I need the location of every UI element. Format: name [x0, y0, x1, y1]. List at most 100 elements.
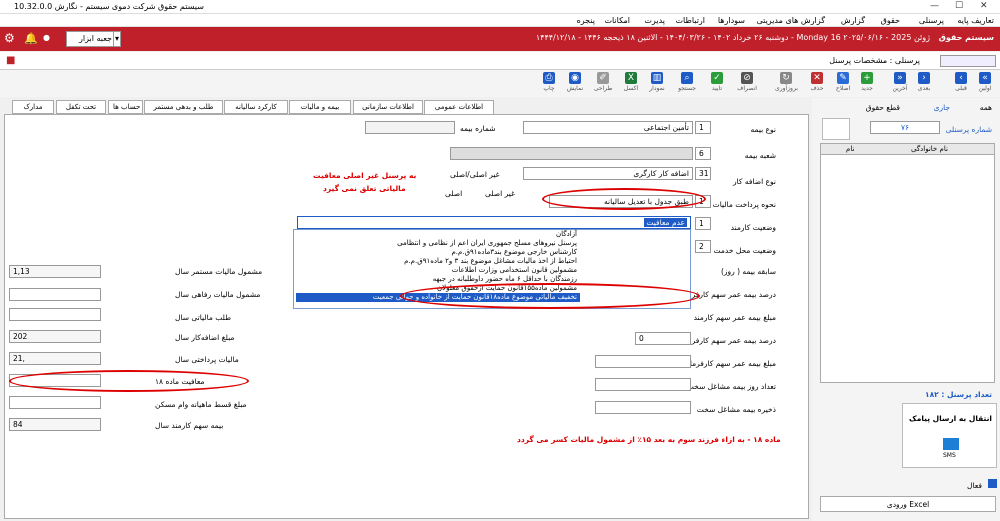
label-left-6: مبلغ قسط ماهیانه وام مسکن: [155, 400, 247, 409]
header-bar: سیستم حقوق دوشنبه ۲۶ خرداد ۱۴۰۲ - ۱۴۰۴/۰…: [0, 27, 1000, 51]
hard-job-reserve-field[interactable]: [595, 401, 691, 414]
title-bar: سیستم حقوق شرکت دموی سیستم - نگارش 10.32…: [0, 0, 1000, 14]
overtime-code[interactable]: 31: [695, 167, 711, 180]
new-button[interactable]: + جدید: [856, 72, 878, 98]
refresh-button[interactable]: ↻ بروزآوری: [775, 72, 798, 98]
place-code[interactable]: 2: [695, 240, 711, 253]
print-button[interactable]: ⎙ چاپ: [538, 72, 560, 98]
previous-button[interactable]: ‹ قبلی: [950, 72, 972, 98]
label-life-employer-pct2: درصد بیمه عمر سهم کارفرما: [685, 336, 776, 345]
left-field-7[interactable]: 84: [9, 418, 101, 431]
note-nonprincipal-1: به پرسنل غیر اصلی معافیت: [313, 171, 417, 180]
bell-icon[interactable]: 🔔: [24, 32, 38, 45]
document-bar: ■ پرسنلی : مشخصات پرسنل: [0, 52, 1000, 70]
tab-annual-work[interactable]: کارکرد سالیانه: [224, 100, 288, 114]
dropdown-option[interactable]: کارشناس خارجی موضوع بند۳ماده۹۱ق.م.م: [296, 248, 580, 257]
insurance-type-code[interactable]: 1: [695, 121, 711, 134]
left-field-6[interactable]: [9, 396, 101, 409]
tab-debt-credit[interactable]: طلب و بدهی مستمر: [144, 100, 223, 114]
insurance-type-select[interactable]: تأمین اجتماعی: [523, 121, 693, 134]
menu-item-6[interactable]: ارتباطات: [676, 16, 706, 25]
radio-principal[interactable]: اصلی: [445, 189, 462, 198]
tab-documents[interactable]: مدارک: [12, 100, 54, 114]
tab-accounts[interactable]: حساب ها: [108, 100, 143, 114]
menu-item-5[interactable]: سودارها: [718, 16, 745, 25]
chart-button[interactable]: ▥ نمودار: [646, 72, 668, 98]
cancel-button[interactable]: ⊘ انصراف: [736, 72, 758, 98]
label-employee-status: وضعیت کارمند: [730, 223, 776, 232]
filter-all[interactable]: همه: [980, 103, 992, 112]
pno-label: شماره پرسنلی: [945, 125, 992, 134]
menu-item-3[interactable]: گزارش: [841, 16, 865, 25]
overtime-select[interactable]: اضافه کار کارگری: [523, 167, 693, 180]
menu-item-0[interactable]: تعاریف پایه: [957, 16, 994, 25]
card-icon[interactable]: [822, 118, 850, 140]
branch-field[interactable]: [450, 147, 693, 160]
option-highlight: [400, 283, 700, 309]
gear-icon[interactable]: ⚙: [4, 31, 15, 45]
sms-button[interactable]: انتقال به ارسال پیامک SMS: [902, 403, 997, 468]
excel-import-button[interactable]: ورودی Excel: [820, 496, 996, 512]
life-employer-amt-field[interactable]: [595, 355, 691, 368]
tab-general[interactable]: اطلاعات عمومی: [424, 100, 494, 114]
dropdown-option[interactable]: آزادگان: [296, 230, 580, 239]
menu-item-4[interactable]: گزارش های مدیریتی: [756, 16, 825, 25]
insurance-no-field[interactable]: [365, 121, 455, 134]
status-select[interactable]: عدم معافیت: [297, 216, 691, 229]
view-button[interactable]: ◉ نمایش: [564, 72, 586, 98]
menu-item-9[interactable]: پنجره: [577, 16, 595, 25]
article-18-highlight: [9, 370, 249, 392]
doc-icon: ■: [6, 55, 16, 66]
dropdown-option[interactable]: احتیاط از اخذ مالیات مشاغل موضوع بند ۳ و…: [296, 257, 580, 266]
menu-item-2[interactable]: حقوق: [881, 16, 900, 25]
menu-item-1[interactable]: پرسنلی: [919, 16, 944, 25]
filter-active[interactable]: جاری: [934, 103, 950, 112]
left-field-2[interactable]: [9, 308, 101, 321]
menu-item-7[interactable]: پدیرت: [644, 16, 665, 25]
list-header: نام نام خانوادگی: [821, 144, 994, 155]
toolbar: «اولین ‹ قبلی › بعدی » آخرین + جدید ✎ اصلاح ✕…: [0, 70, 1000, 97]
status-selected: عدم معافیت: [644, 218, 687, 227]
col-family: نام خانوادگی: [911, 145, 948, 153]
close-icon[interactable]: ✕: [980, 1, 988, 11]
window-controls[interactable]: [940, 55, 996, 67]
next-button[interactable]: › بعدی: [913, 72, 935, 98]
menu-bar: تعاریف پایه پرسنلی حقوق گزارش گزارش های …: [0, 14, 1000, 27]
label-hard-job-days: تعداد روز بیمه مشاغل سخت: [686, 382, 776, 391]
delete-button[interactable]: ✕ حذف: [806, 72, 828, 98]
confirm-button[interactable]: ✓ تایید: [706, 72, 728, 98]
left-field-3[interactable]: 202: [9, 330, 101, 343]
edit-button[interactable]: ✎ اصلاح: [832, 72, 854, 98]
hard-job-days-field[interactable]: [595, 378, 691, 391]
pno-field[interactable]: ۷۶: [870, 121, 940, 134]
toolbox-dropdown-icon[interactable]: ▾: [113, 31, 121, 47]
menu-item-8[interactable]: امکانات: [604, 16, 630, 25]
first-button[interactable]: «اولین: [974, 72, 996, 98]
life-share-field[interactable]: 0: [635, 332, 691, 345]
search-button[interactable]: ⌕ جستجو: [676, 72, 698, 98]
tab-organizational[interactable]: اطلاعات سازمانی: [353, 100, 423, 114]
label-insurance-no: شماره بیمه: [460, 124, 496, 133]
sms-label: انتقال به ارسال پیامک: [909, 414, 992, 423]
excel-button[interactable]: X اکسل: [620, 72, 642, 98]
left-field-1[interactable]: [9, 288, 101, 301]
design-button[interactable]: ✐ طراحی: [592, 72, 614, 98]
dropdown-option[interactable]: مشمولین قانون استخدامی وزارت اطلاعات: [296, 266, 580, 275]
tab-insurance-tax[interactable]: بیمه و مالیات: [289, 100, 351, 114]
personnel-list[interactable]: نام نام خانوادگی: [820, 143, 995, 383]
doc-title: پرسنلی : مشخصات پرسنل: [829, 56, 920, 65]
maximize-icon[interactable]: ☐: [955, 1, 963, 11]
minimize-icon[interactable]: —: [930, 1, 939, 11]
dropdown-option[interactable]: پرسنل نیروهای مسلح جمهوری ایران اعم از ن…: [296, 239, 580, 248]
radio-nonprincipal[interactable]: غیر اصلی: [485, 189, 515, 198]
toolbox-combo[interactable]: جعبه ابزار: [66, 31, 116, 47]
branch-code[interactable]: 6: [695, 147, 711, 160]
filter-cut[interactable]: قطع حقوق: [866, 103, 900, 112]
left-field-4[interactable]: 21,: [9, 352, 101, 365]
left-field-0[interactable]: 1,13: [9, 265, 101, 278]
status-code[interactable]: 1: [695, 217, 711, 230]
tab-dependents[interactable]: تحت تکفل: [56, 100, 106, 114]
active-checkbox[interactable]: [988, 479, 997, 488]
last-button[interactable]: » آخرین: [889, 72, 911, 98]
person-icon[interactable]: ●: [40, 31, 52, 47]
